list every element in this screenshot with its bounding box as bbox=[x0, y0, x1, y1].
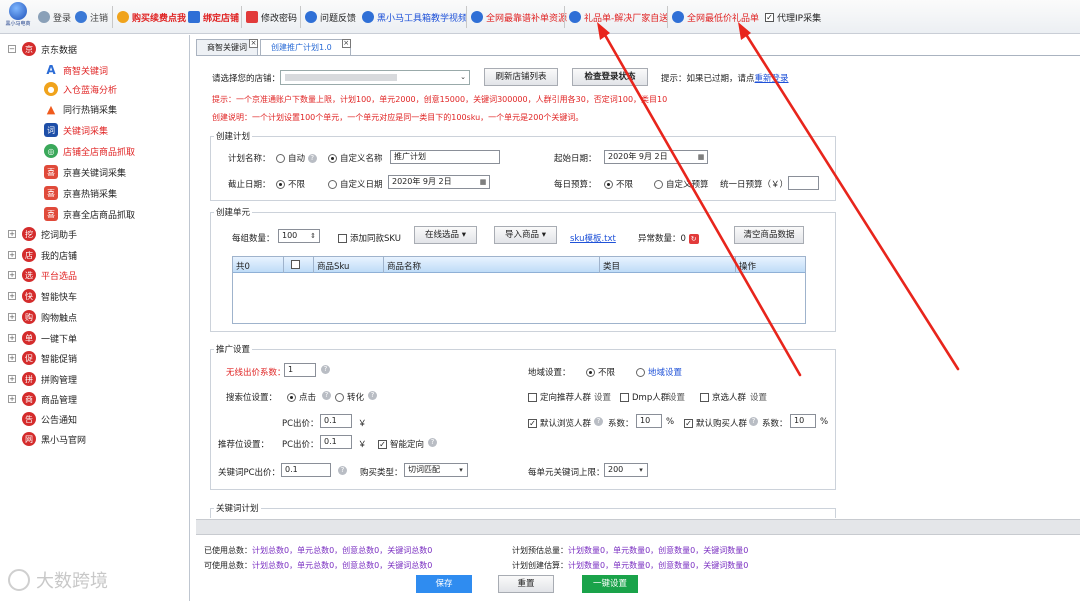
arrow-line bbox=[740, 26, 960, 371]
arrow-line bbox=[599, 26, 802, 377]
annotation-arrows bbox=[597, 22, 960, 377]
arrowhead-icon bbox=[597, 22, 610, 40]
